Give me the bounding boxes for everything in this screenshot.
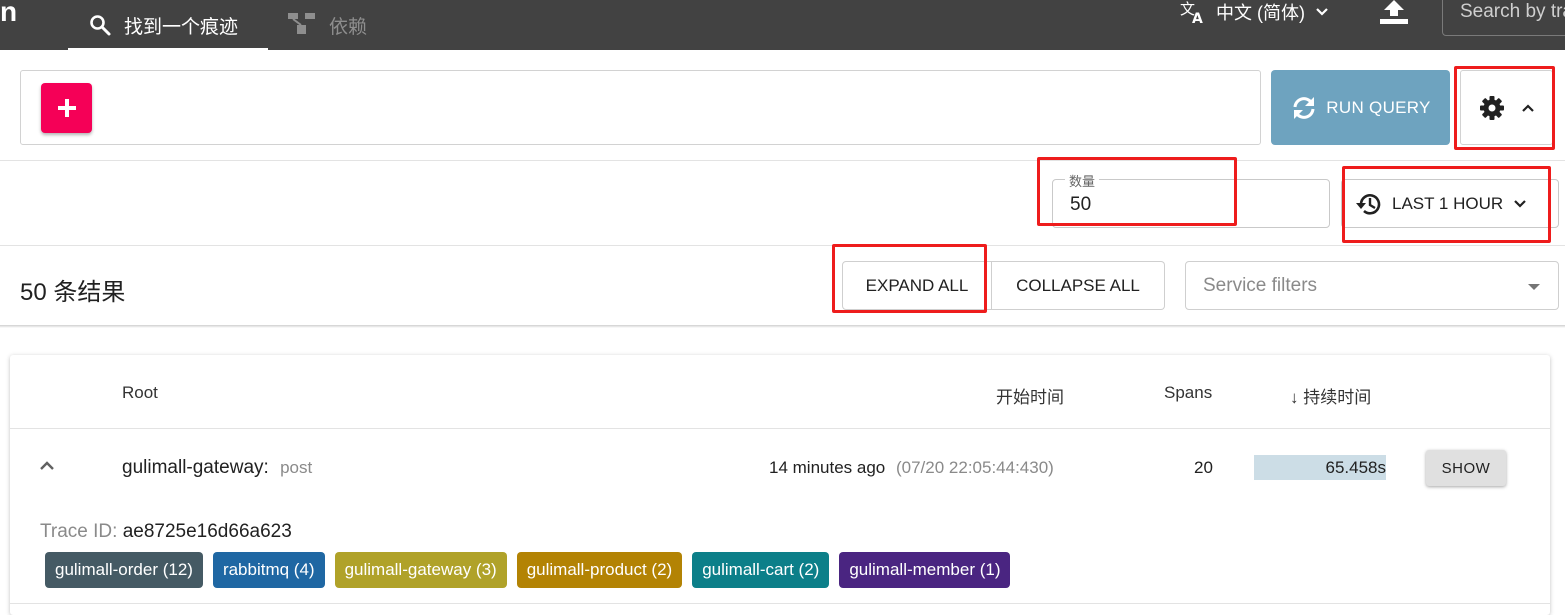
column-header-duration[interactable]: ↓ 持续时间 <box>1290 383 1371 408</box>
service-chip: gulimall-product (2) <box>516 552 683 588</box>
service-chip: gulimall-order (12) <box>45 552 203 588</box>
column-header-root[interactable]: Root <box>122 383 158 403</box>
service-chip: gulimall-cart (2) <box>692 552 830 588</box>
header-shadow <box>0 325 1565 328</box>
start-time-absolute: (07/20 22:05:44:430) <box>895 458 1054 477</box>
root-service-name: gulimall-gateway: <box>122 457 269 478</box>
trace-id-value: ae8725e16d66a623 <box>122 521 292 542</box>
refresh-icon <box>1293 96 1315 119</box>
annotation-box-expand-all <box>832 244 987 313</box>
divider <box>10 603 1550 604</box>
trace-id-search-input[interactable]: Search by trace ID <box>1442 0 1565 36</box>
column-header-duration-label: 持续时间 <box>1303 388 1372 407</box>
run-query-button[interactable]: RUN QUERY <box>1271 70 1450 145</box>
service-chip: gulimall-gateway (3) <box>334 552 507 588</box>
search-icon <box>90 15 111 36</box>
results-count: 50 条结果 <box>20 279 126 306</box>
app-bar: n 找到一个痕迹 依赖 文 A 中文 (简体) Search by tr <box>0 0 1565 50</box>
add-filter-button[interactable] <box>41 83 92 133</box>
table-row-root[interactable]: gulimall-gateway: post <box>122 457 312 479</box>
language-label: 中文 (简体) <box>1216 3 1305 23</box>
svg-text:A: A <box>1192 11 1203 24</box>
root-operation-name: post <box>280 458 313 477</box>
service-filter-select[interactable]: Service filters <box>1185 261 1559 310</box>
chevron-up-icon[interactable] <box>38 458 56 472</box>
column-header-start-time[interactable]: 开始时间 <box>996 383 1064 408</box>
dependencies-icon <box>288 13 315 34</box>
service-filter-placeholder: Service filters <box>1203 275 1318 296</box>
plus-icon <box>57 99 76 117</box>
trace-id: Trace ID: ae8725e16d66a623 <box>40 521 292 543</box>
start-time: 14 minutes ago (07/20 22:05:44:430) <box>769 458 1054 478</box>
annotation-box-time-range <box>1342 166 1551 243</box>
tab-dependencies-label: 依赖 <box>329 16 368 38</box>
service-chip: gulimall-member (1) <box>839 552 1011 588</box>
upload-icon <box>1380 0 1408 24</box>
divider <box>0 160 1565 161</box>
language-selector[interactable]: 文 A 中文 (简体) <box>1180 0 1329 24</box>
dropdown-arrow-icon <box>1528 284 1540 290</box>
tab-find-trace[interactable]: 找到一个痕迹 <box>68 0 268 50</box>
annotation-box-settings <box>1454 66 1555 150</box>
app-logo[interactable]: n <box>0 0 17 28</box>
column-header-spans[interactable]: Spans <box>1164 383 1212 403</box>
start-time-relative: 14 minutes ago <box>769 458 886 477</box>
collapse-all-button[interactable]: COLLAPSE ALL <box>992 261 1165 310</box>
divider <box>10 428 1550 429</box>
upload-button[interactable] <box>1378 0 1410 31</box>
tab-dependencies[interactable]: 依赖 <box>287 0 367 50</box>
chevron-down-icon <box>1316 8 1328 16</box>
span-count: 20 <box>1194 458 1213 477</box>
translate-icon: 文 A <box>1180 0 1203 24</box>
annotation-box-limit <box>1037 157 1237 226</box>
divider <box>0 245 1565 246</box>
service-chip: rabbitmq (4) <box>212 552 325 588</box>
show-trace-button[interactable]: SHOW <box>1426 450 1506 486</box>
service-chips: gulimall-order (12) rabbitmq (4) gulimall-… <box>45 552 1020 588</box>
query-builder[interactable] <box>20 70 1261 145</box>
tab-find-trace-label: 找到一个痕迹 <box>124 16 239 38</box>
duration-value: 65.458s <box>1325 458 1387 477</box>
trace-id-label: Trace ID: <box>40 521 118 542</box>
sort-arrow-icon: ↓ <box>1290 388 1299 407</box>
run-query-label: RUN QUERY <box>1326 97 1431 117</box>
